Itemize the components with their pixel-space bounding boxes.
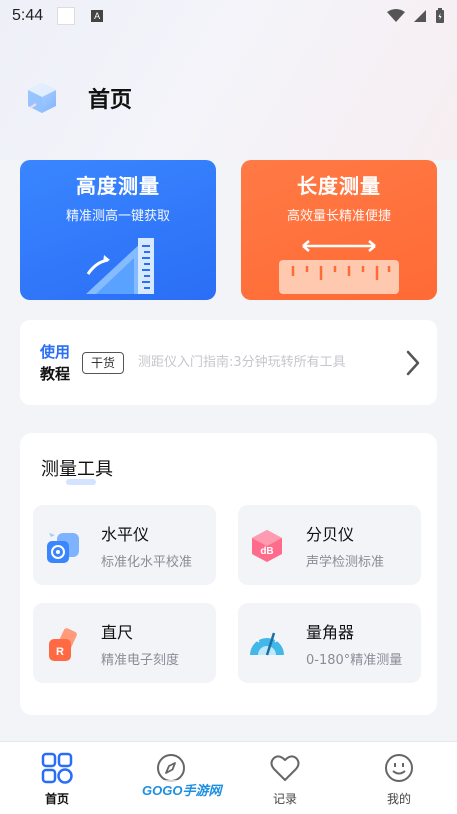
battery-icon	[436, 8, 444, 23]
tool-protractor[interactable]: 量角器 0-180°精准测量	[238, 603, 421, 683]
nav-records[interactable]: 记录	[250, 752, 320, 807]
nav-mine[interactable]: 我的	[364, 752, 434, 807]
tutorial-card[interactable]: 使用 教程 干货 测距仪入门指南:3分钟玩转所有工具	[20, 320, 437, 405]
notification-icon	[57, 7, 76, 25]
tool-decibel-name: 分贝仪	[306, 525, 355, 544]
status-bar: 5:44 A	[0, 0, 457, 32]
tools-title: 测量工具	[41, 459, 113, 480]
nav-mine-label: 我的	[386, 792, 411, 806]
home-grid-icon	[41, 752, 73, 784]
tools-panel: 测量工具 水平仪 标准化水平校准 dB 分贝仪 声学检测标准 R 直尺 精准电子…	[20, 433, 437, 715]
nav-records-label: 记录	[272, 792, 297, 806]
bottom-nav: 首页 记录 我的	[0, 741, 457, 814]
tool-ruler-name: 直尺	[101, 623, 134, 642]
page-title: 首页	[88, 88, 133, 113]
a-badge-icon: A	[91, 10, 104, 22]
length-measure-card[interactable]: 长度测量 高效量长精准便捷	[241, 160, 437, 300]
tool-ruler[interactable]: R 直尺 精准电子刻度	[33, 603, 216, 683]
nav-home-label: 首页	[44, 792, 69, 806]
protractor-icon	[250, 632, 284, 656]
tool-decibel-desc: 声学检测标准	[306, 555, 385, 570]
tool-decibel[interactable]: dB 分贝仪 声学检测标准	[238, 505, 421, 585]
svg-text:R: R	[56, 646, 64, 658]
nav-home[interactable]: 首页	[22, 752, 92, 807]
tool-level[interactable]: 水平仪 标准化水平校准	[33, 505, 216, 585]
height-card-subtitle: 精准测高一键获取	[65, 209, 170, 224]
height-card-title: 高度测量	[76, 174, 160, 198]
tool-level-name: 水平仪	[101, 525, 150, 544]
length-card-title: 长度测量	[297, 174, 381, 198]
header: 首页	[24, 80, 132, 116]
tutorial-tag-badge: 干货	[82, 351, 125, 374]
length-ruler-icon	[279, 240, 399, 294]
tutorial-label-line2: 教程	[40, 364, 71, 383]
decibel-icon: dB	[252, 530, 282, 562]
tool-protractor-desc: 0-180°精准测量	[306, 653, 403, 668]
smile-face-icon	[385, 754, 413, 782]
ruler-icon: R	[49, 628, 77, 661]
svg-text:dB: dB	[260, 546, 273, 557]
tool-ruler-desc: 精准电子刻度	[101, 653, 180, 668]
chevron-right-icon[interactable]	[403, 348, 423, 378]
height-ruler-icon	[86, 238, 154, 294]
tool-level-desc: 标准化水平校准	[101, 555, 193, 570]
wifi-icon	[387, 9, 405, 22]
length-card-subtitle: 高效量长精准便捷	[286, 209, 391, 224]
watermark: GOGO手游网	[140, 780, 224, 799]
signal-icon	[414, 10, 426, 22]
tutorial-label-line1: 使用	[40, 342, 71, 361]
status-right	[387, 8, 445, 24]
height-measure-card[interactable]: 高度测量 精准测高一键获取	[20, 160, 216, 300]
cube-logo-icon	[28, 83, 56, 113]
level-icon	[47, 533, 79, 563]
tutorial-label: 使用 教程	[40, 341, 70, 385]
heart-icon	[270, 755, 300, 781]
tool-protractor-name: 量角器	[306, 623, 355, 642]
tutorial-text: 测距仪入门指南:3分钟玩转所有工具	[138, 355, 346, 370]
status-time: 5:44	[12, 7, 44, 24]
